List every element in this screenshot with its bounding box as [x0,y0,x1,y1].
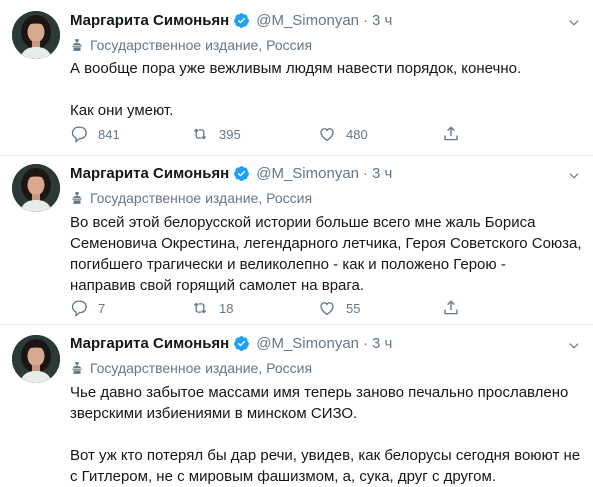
author-name[interactable]: Маргарита Симоньян [70,335,229,352]
avatar[interactable] [12,11,60,59]
separator: · [363,12,369,29]
chevron-down-icon[interactable] [567,169,581,183]
state-media-label-text: Государственное издание, Россия [90,37,313,53]
tweet-header: Маргарита Симоньян @M_Simonyan · 3 ч [70,165,392,182]
timestamp[interactable]: 3 ч [372,165,392,182]
state-media-label-text: Государственное издание, Россия [90,360,313,376]
like-count: 55 [346,300,361,316]
reply-count: 841 [98,126,120,142]
state-media-label[interactable]: Государственное издание, Россия [70,37,312,53]
chevron-down-icon[interactable] [567,16,581,30]
avatar[interactable] [12,164,60,212]
chevron-down-icon[interactable] [567,339,581,353]
tweet-text-line: направив свой горящий самолет на врага. [70,277,365,294]
share-icon [442,299,460,317]
state-media-podium-icon [70,38,84,52]
tweet-text-line: зверскими избиениями в минском СИЗО. [70,405,358,422]
tweet[interactable]: Маргарита Симоньян @M_Simonyan · 3 ч Гос… [0,0,593,155]
tweet-text-line: А вообще пора уже вежливым людям навести… [70,60,522,77]
avatar[interactable] [12,335,60,383]
reply-count: 7 [98,300,106,316]
author-handle[interactable]: @M_Simonyan [256,335,359,352]
separator: · [363,335,369,352]
retweet-icon [191,299,209,317]
share-icon [442,125,460,143]
share-button[interactable] [442,125,470,143]
tweet-text-line: Семеновича Окрестина, легендарного летчи… [70,235,582,252]
separator: · [363,165,369,182]
state-media-podium-icon [70,191,84,205]
timestamp[interactable]: 3 ч [372,12,392,29]
tweet[interactable]: Маргарита Симоньян @M_Simonyan · 3 ч Гос… [0,156,593,324]
like-button[interactable]: 480 [318,125,368,143]
state-media-label-text: Государственное издание, Россия [90,190,313,206]
retweet-button[interactable]: 18 [191,299,233,317]
tweet-header: Маргарита Симоньян @M_Simonyan · 3 ч [70,12,392,29]
reply-icon [70,125,88,143]
share-button[interactable] [442,299,470,317]
tweet-actions: 841 395 480 [70,125,510,145]
tweet-text-line: погибшего трагически и великолепно - как… [70,256,506,273]
tweet-header: Маргарита Симоньян @M_Simonyan · 3 ч [70,335,392,352]
verified-badge-icon [233,12,250,29]
state-media-podium-icon [70,361,84,375]
verified-badge-icon [233,165,250,182]
reply-icon [70,299,88,317]
author-name[interactable]: Маргарита Симоньян [70,165,229,182]
reply-button[interactable]: 7 [70,299,105,317]
retweet-button[interactable]: 395 [191,125,241,143]
retweet-count: 395 [219,126,241,142]
state-media-label[interactable]: Государственное издание, Россия [70,190,312,206]
retweet-count: 18 [219,300,234,316]
tweet-text-line: Как они умеют. [70,102,174,119]
like-icon [318,299,336,317]
like-button[interactable]: 55 [318,299,360,317]
timestamp[interactable]: 3 ч [372,335,392,352]
author-name[interactable]: Маргарита Симоньян [70,12,229,29]
tweet-text-line: Во всей этой белорусской истории больше … [70,214,536,231]
tweet[interactable]: Маргарита Симоньян @M_Simonyan · 3 ч Гос… [0,325,593,487]
tweet-actions: 7 18 55 [70,299,510,319]
author-handle[interactable]: @M_Simonyan [256,12,359,29]
like-icon [318,125,336,143]
reply-button[interactable]: 841 [70,125,120,143]
verified-badge-icon [233,335,250,352]
tweet-text: А вообще пора уже вежливым людям навести… [70,58,582,121]
retweet-icon [191,125,209,143]
state-media-label[interactable]: Государственное издание, Россия [70,360,312,376]
tweet-text: Чье давно забытое массами имя теперь зан… [70,382,582,487]
tweet-text: Во всей этой белорусской истории больше … [70,212,582,296]
tweet-text-line: Чье давно забытое массами имя теперь зан… [70,384,569,401]
tweet-text-line: Вот уж кто потерял бы дар речи, увидев, … [70,447,581,464]
like-count: 480 [346,126,368,142]
author-handle[interactable]: @M_Simonyan [256,165,359,182]
